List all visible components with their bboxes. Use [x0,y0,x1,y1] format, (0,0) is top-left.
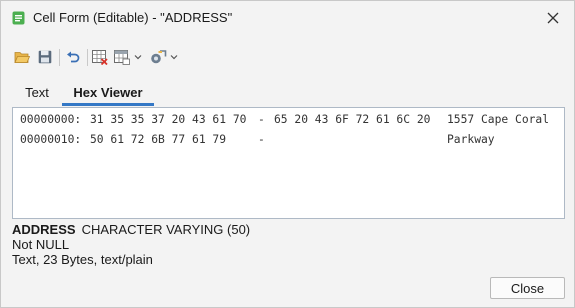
hex-offset: 00000010: [20,133,82,146]
close-icon[interactable] [541,7,565,29]
tab-text[interactable]: Text [12,79,62,106]
column-info: ADDRESS CHARACTER VARYING (50) [12,222,250,237]
hex-row: 00000010: 50 61 72 6B 77 61 79 - Parkway [20,133,495,149]
toolbar-separator [59,49,60,66]
cell-form-icon [12,11,25,25]
close-button[interactable]: Close [490,277,565,299]
toolbar-separator [87,49,88,66]
hex-bytes: 50 61 72 6B 77 61 79 [90,133,227,146]
hex-text: Parkway [447,133,495,146]
hex-separator: - [258,113,265,126]
column-name: ADDRESS [12,222,76,237]
column-nullability: Not NULL [12,237,70,252]
hex-row: 00000000: 31 35 35 37 20 43 61 70 - 65 2… [20,113,549,129]
hex-viewer-panel[interactable]: 00000000: 31 35 35 37 20 43 61 70 - 65 2… [12,107,565,219]
title-bar: Cell Form (Editable) - "ADDRESS" [1,1,574,35]
active-tab-indicator [62,103,154,106]
column-type: CHARACTER VARYING (50) [81,222,251,237]
hex-bytes: 65 20 43 6F 72 61 6C 20 [274,113,431,126]
open-folder-icon[interactable] [13,45,31,69]
window-title: Cell Form (Editable) - "ADDRESS" [33,10,233,25]
tab-bar: Text Hex Viewer [12,79,564,106]
chevron-down-icon[interactable] [169,45,179,69]
content-type-icon[interactable] [148,45,168,69]
save-icon[interactable] [36,45,54,69]
hex-offset: 00000000: [20,113,82,126]
clear-cell-icon[interactable] [91,45,109,69]
hex-separator: - [258,133,265,146]
undo-icon[interactable] [64,45,82,69]
hex-bytes: 31 35 35 37 20 43 61 70 [90,113,247,126]
grid-options-icon[interactable] [113,45,131,69]
chevron-down-icon[interactable] [133,45,143,69]
content-info: Text, 23 Bytes, text/plain [12,252,153,267]
hex-text: 1557 Cape Coral [447,113,550,126]
cell-form-window: Cell Form (Editable) - "ADDRESS" Text He… [0,0,575,308]
toolbar [9,45,209,71]
tab-hex-viewer[interactable]: Hex Viewer [62,79,154,106]
